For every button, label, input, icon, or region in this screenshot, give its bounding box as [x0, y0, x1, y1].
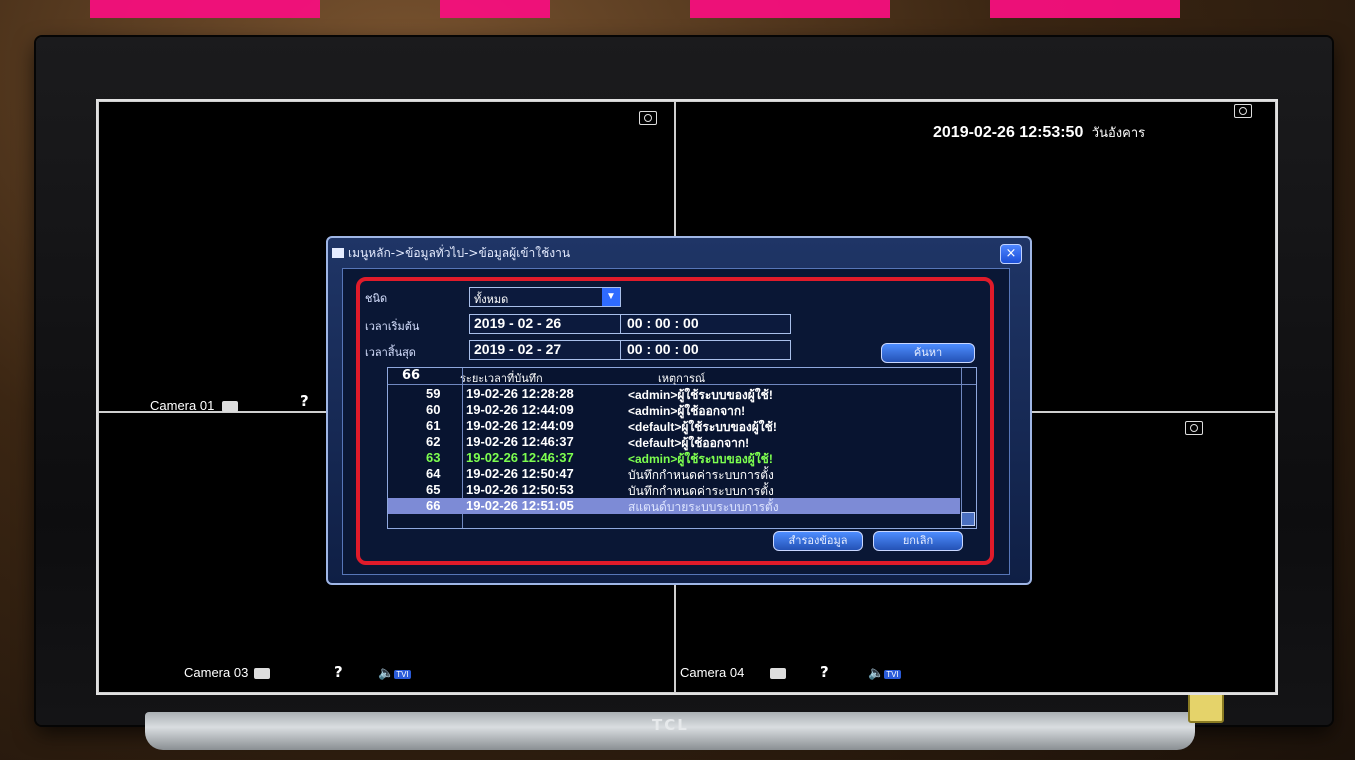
- breadcrumb: เมนูหลัก->ข้อมูลทั่วไป->ข้อมูลผู้เข้าใช้…: [348, 245, 571, 260]
- camera-04-audio-icon: 🔈 TVI: [868, 665, 901, 680]
- record-icon: [770, 668, 786, 679]
- menu-icon: [332, 248, 344, 258]
- record-icon: [254, 668, 270, 679]
- dialog-title-bar: เมนูหลัก->ข้อมูลทั่วไป->ข้อมูลผู้เข้าใช้…: [332, 242, 996, 264]
- clock: 2019-02-26 12:53:50 วันอังคาร: [933, 122, 1145, 143]
- camera-02-snapshot-icon[interactable]: [1234, 104, 1252, 118]
- close-button[interactable]: ×: [1000, 244, 1022, 264]
- watermark-banner: [0, 0, 1355, 24]
- camera-04-snapshot-icon[interactable]: [1185, 421, 1203, 435]
- camera-04-help-icon[interactable]: ?: [820, 663, 829, 681]
- brand-logo: TCL: [652, 716, 689, 734]
- clock-day: วันอังคาร: [1091, 125, 1146, 140]
- camera-04-label: Camera 04: [680, 665, 745, 680]
- clock-datetime: 2019-02-26 12:53:50: [933, 124, 1084, 141]
- camera-03-audio-icon: 🔈 TVI: [378, 665, 411, 680]
- highlight-annotation: [356, 277, 994, 565]
- camera-01-label: Camera 01: [150, 398, 215, 413]
- camera-03-help-icon[interactable]: ?: [334, 663, 343, 681]
- camera-01-snapshot-icon[interactable]: [639, 111, 657, 125]
- camera-03-label: Camera 03: [184, 665, 249, 680]
- camera-01-help-icon[interactable]: ?: [300, 392, 309, 410]
- record-icon: [222, 401, 238, 412]
